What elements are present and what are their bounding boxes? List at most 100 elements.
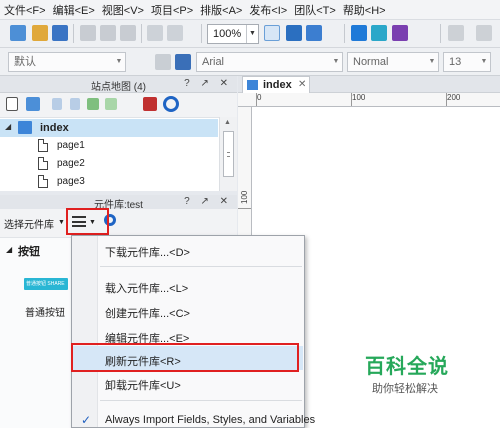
- menu-publish[interactable]: 发布<I>: [249, 2, 287, 18]
- scroll-up-icon[interactable]: ▲: [224, 119, 231, 126]
- collapse-arrow-icon[interactable]: ◢: [6, 245, 12, 254]
- move-up-icon[interactable]: [52, 98, 62, 110]
- sitemap-toolbar: [0, 93, 237, 117]
- page-name: page1: [57, 140, 85, 151]
- menu-help[interactable]: 帮助<H>: [343, 2, 386, 18]
- close-icon[interactable]: ✕: [298, 79, 306, 90]
- ruler-tick: [351, 93, 352, 106]
- panel-controls[interactable]: ? ↗ ✕: [184, 196, 232, 207]
- add-folder-icon[interactable]: [26, 97, 40, 111]
- library-header: 元件库:test ? ↗ ✕: [0, 195, 237, 211]
- ruler-tick: [446, 93, 447, 106]
- ruler-tick: [238, 208, 251, 209]
- style-value: 默认: [14, 56, 36, 68]
- menu-arrange[interactable]: 排版<A>: [200, 2, 242, 18]
- connector-pointer-icon[interactable]: [286, 25, 302, 41]
- menu-item-always-import[interactable]: Always Import Fields, Styles, and Variab…: [105, 414, 315, 426]
- style-manager-icon[interactable]: [155, 54, 171, 70]
- search-icon[interactable]: [163, 96, 179, 112]
- move-down-icon[interactable]: [70, 98, 80, 110]
- font-weight-select[interactable]: Normal ▼: [347, 52, 439, 72]
- style-tool-icon[interactable]: [448, 25, 464, 41]
- cut-icon[interactable]: [80, 25, 96, 41]
- menu-team[interactable]: 团队<T>: [294, 2, 336, 18]
- chevron-down-icon: ▼: [246, 25, 258, 43]
- menu-item-create-library[interactable]: 创建元件库...<C>: [105, 305, 190, 321]
- ruler-label: 100: [240, 190, 249, 204]
- panel-controls[interactable]: ? ↗ ✕: [184, 78, 232, 89]
- open-folder-icon[interactable]: [32, 25, 48, 41]
- redo-icon[interactable]: [167, 25, 183, 41]
- ruler-label: 200: [447, 93, 461, 102]
- font-weight-value: Normal: [353, 56, 389, 68]
- library-toolbar: 选择元件库 ▼ ▼: [0, 209, 237, 237]
- toolbar-divider: [141, 24, 142, 43]
- collapse-arrow-icon[interactable]: ◢: [5, 122, 11, 131]
- button-widget-thumb[interactable]: 普通按钮 SHARE: [24, 278, 68, 290]
- widget-thumb-text: 普通按钮 SHARE: [26, 281, 65, 287]
- page-icon: [38, 139, 48, 152]
- menu-divider: [100, 400, 302, 401]
- style-select[interactable]: 默认 ▼: [8, 52, 126, 72]
- sitemap-scrollbar[interactable]: ▲: [219, 117, 237, 191]
- font-family-select[interactable]: Arial ▼: [196, 52, 343, 72]
- menu-item-download-library[interactable]: 下载元件库...<D>: [105, 244, 190, 260]
- format-brush-icon[interactable]: [175, 54, 191, 70]
- tree-row-page3[interactable]: page3: [0, 173, 218, 191]
- page-name: index: [40, 122, 69, 134]
- watermark-title: 百科全说: [365, 356, 449, 378]
- tab-index[interactable]: index ✕: [242, 76, 310, 93]
- widget-label: 普通按钮: [25, 308, 65, 319]
- page-icon: [38, 175, 48, 188]
- library-select[interactable]: 选择元件库: [4, 216, 54, 231]
- tree-row-page1[interactable]: page1: [0, 137, 218, 155]
- menu-project[interactable]: 项目<P>: [151, 2, 193, 18]
- connector-tool-icon[interactable]: [306, 25, 322, 41]
- menu-icon-column: [72, 236, 98, 427]
- menu-item-load-library[interactable]: 载入元件库...<L>: [105, 280, 188, 296]
- home-page-icon: [18, 121, 32, 134]
- grip-icon: [227, 152, 230, 157]
- save-icon[interactable]: [52, 25, 68, 41]
- paste-icon[interactable]: [120, 25, 136, 41]
- new-file-icon[interactable]: [10, 25, 26, 41]
- toolbar-divider: [201, 24, 202, 43]
- zoom-select[interactable]: 100% ▼: [207, 24, 259, 44]
- undo-icon[interactable]: [147, 25, 163, 41]
- menu-edit[interactable]: 编辑<E>: [53, 2, 95, 18]
- share-icon[interactable]: [371, 25, 387, 41]
- watermark: 百科全说 助你轻松解决: [348, 344, 468, 402]
- copy-icon[interactable]: [100, 25, 116, 41]
- toolbar-divider: [344, 24, 345, 43]
- outdent-icon[interactable]: [105, 98, 117, 110]
- menu-view[interactable]: 视图<V>: [102, 2, 144, 18]
- toolbar-divider: [440, 24, 441, 43]
- zoom-value: 100%: [213, 28, 242, 40]
- sitemap-header: 站点地图 (4) ? ↗ ✕: [0, 76, 237, 93]
- chevron-down-icon: ▼: [480, 58, 488, 65]
- indent-icon[interactable]: [87, 98, 99, 110]
- tree-row-index[interactable]: ◢ index: [0, 119, 218, 137]
- chevron-down-icon[interactable]: ▼: [58, 219, 65, 226]
- watermark-subtitle: 助你轻松解决: [372, 383, 438, 395]
- preview-icon[interactable]: [351, 25, 367, 41]
- tree-row-page2[interactable]: page2: [0, 155, 218, 173]
- page-name: page3: [57, 176, 85, 187]
- chevron-down-icon: ▼: [428, 58, 436, 65]
- font-family-value: Arial: [202, 56, 225, 68]
- ruler-label: 100: [352, 93, 366, 102]
- chevron-down-icon: ▼: [115, 58, 123, 65]
- format-painter-icon[interactable]: [476, 25, 492, 41]
- highlight-box: [71, 343, 299, 372]
- menu-file[interactable]: 文件<F>: [4, 2, 46, 18]
- font-size-select[interactable]: 13 ▼: [443, 52, 491, 72]
- page-icon: [38, 157, 48, 170]
- add-page-icon[interactable]: [6, 97, 18, 111]
- select-pointer-icon[interactable]: [264, 25, 280, 41]
- highlight-box: [66, 208, 109, 235]
- sitemap-tree: ◢ index page1 page2 page3: [0, 117, 237, 191]
- scroll-thumb[interactable]: [223, 131, 234, 177]
- menu-item-unload-library[interactable]: 卸载元件库<U>: [105, 377, 181, 393]
- delete-page-icon[interactable]: [143, 97, 157, 111]
- publish-icon[interactable]: [392, 25, 408, 41]
